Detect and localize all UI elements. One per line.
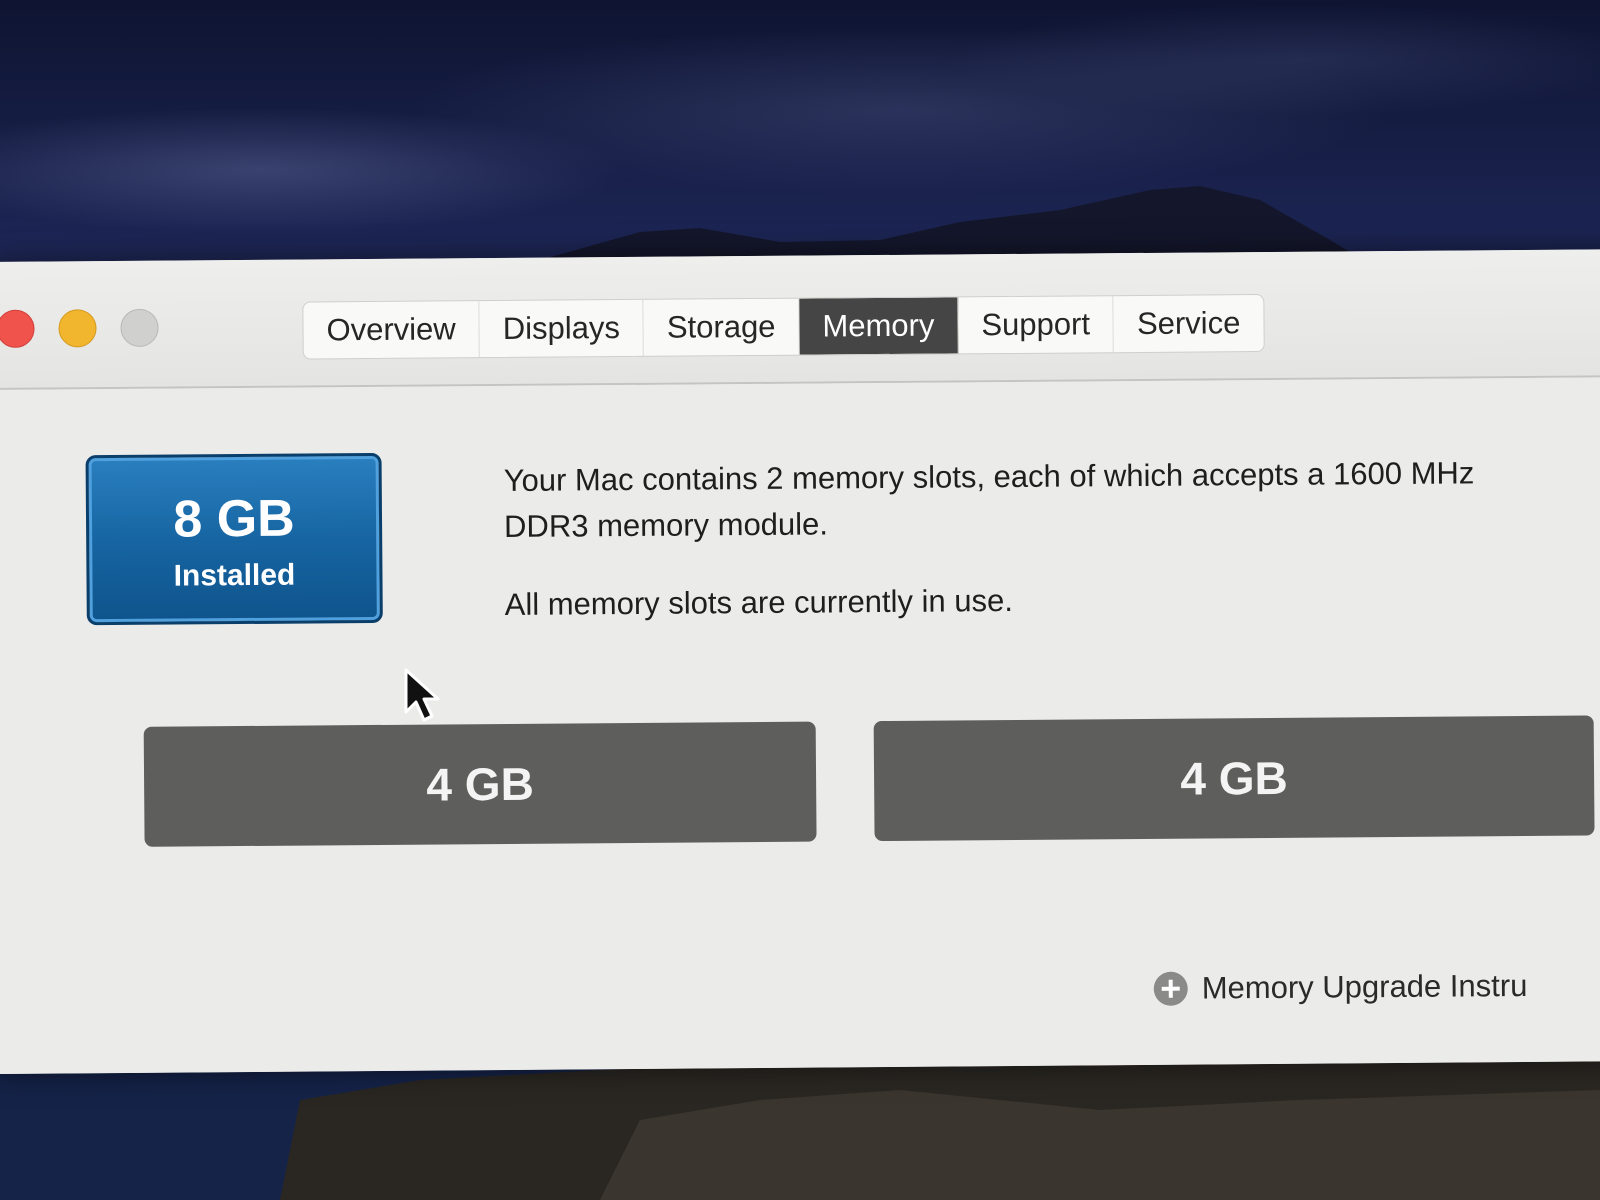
memory-slot-1: 4 GB (143, 721, 817, 847)
about-this-mac-window: Overview Displays Storage Memory Support… (0, 249, 1600, 1074)
installed-memory-size: 8 GB (173, 489, 295, 549)
tab-service[interactable]: Service (1114, 295, 1264, 352)
memory-usage-status: All memory slots are currently in use. (504, 582, 1014, 622)
memory-upgrade-link[interactable]: Memory Upgrade Instru (1153, 964, 1528, 1011)
tab-memory[interactable]: Memory (799, 297, 959, 355)
memory-slots-description: Your Mac contains 2 memory slots, each o… (503, 455, 1475, 544)
tab-overview[interactable]: Overview (303, 301, 480, 359)
arrow-cursor-icon (404, 668, 440, 722)
tab-storage[interactable]: Storage (643, 298, 800, 356)
island-silhouette (0, 1060, 1600, 1200)
installed-memory-label: Installed (173, 558, 296, 593)
tab-displays[interactable]: Displays (479, 299, 645, 358)
memory-description: Your Mac contains 2 memory slots, each o… (504, 450, 1505, 628)
plus-circle-icon (1153, 971, 1188, 1006)
desktop-background: Overview Displays Storage Memory Support… (0, 0, 1600, 1200)
tab-bar: Overview Displays Storage Memory Support… (302, 293, 1265, 360)
tab-support[interactable]: Support (958, 296, 1115, 354)
title-bar: Overview Displays Storage Memory Support… (0, 249, 1600, 390)
memory-slot-2: 4 GB (873, 715, 1595, 842)
installed-memory-badge: 8 GB Installed (85, 452, 383, 626)
zoom-icon[interactable] (120, 308, 159, 347)
minimize-icon[interactable] (58, 309, 97, 348)
close-icon[interactable] (0, 309, 35, 348)
memory-upgrade-label: Memory Upgrade Instru (1201, 967, 1528, 1006)
memory-panel: 8 GB Installed Your Mac contains 2 memor… (0, 377, 1600, 1074)
